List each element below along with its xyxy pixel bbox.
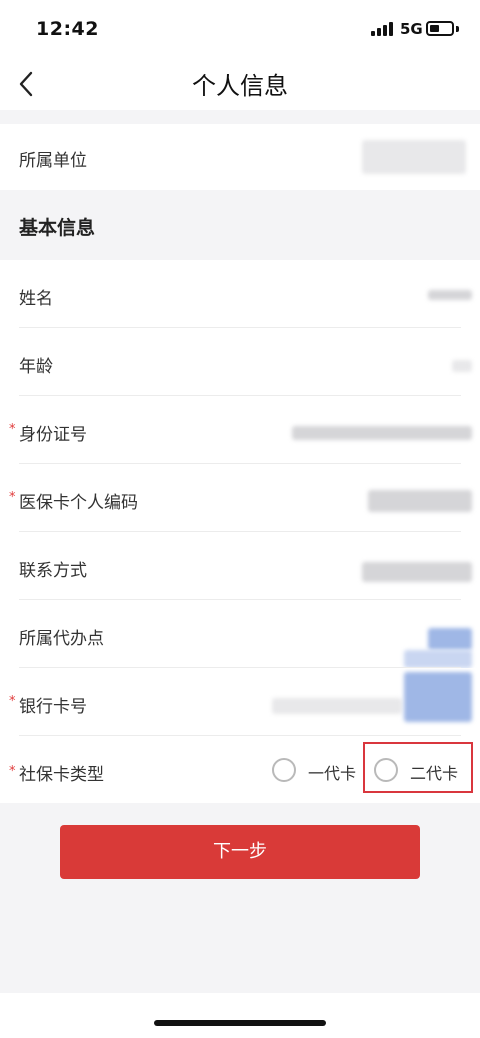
agency-label: 所属代办点 — [19, 629, 104, 649]
required-marker: * — [9, 490, 16, 505]
agency-value-redacted — [428, 628, 472, 650]
org-row[interactable]: 所属单位 — [0, 124, 480, 190]
name-value-redacted — [428, 290, 472, 300]
radio-label-first-gen: 一代卡 — [308, 764, 357, 783]
next-step-button[interactable]: 下一步 — [60, 825, 420, 879]
top-spacer — [0, 110, 480, 124]
contact-value-redacted — [362, 562, 472, 582]
org-value-redacted — [362, 140, 466, 174]
nav-bar: 个人信息 — [0, 56, 480, 110]
medical-card-row[interactable]: * 医保卡个人编码 — [0, 464, 480, 532]
age-label: 年龄 — [19, 357, 53, 377]
bank-card-value-redacted-2 — [404, 672, 472, 722]
radio-option-first-gen[interactable]: 一代卡 — [270, 752, 362, 788]
status-time: 12:42 — [36, 18, 99, 40]
required-marker: * — [9, 764, 16, 779]
id-number-label: 身份证号 — [19, 425, 87, 445]
contact-row[interactable]: 联系方式 — [0, 532, 480, 600]
bank-card-row[interactable]: * 银行卡号 — [0, 668, 480, 736]
required-marker: * — [9, 694, 16, 709]
bank-card-value-redacted — [272, 698, 402, 714]
medical-card-label: 医保卡个人编码 — [19, 493, 138, 513]
section-header: 基本信息 — [0, 190, 480, 260]
agency-value-redacted-2 — [404, 650, 472, 668]
status-bar: 12:42 5G — [0, 0, 480, 56]
page-title: 个人信息 — [192, 72, 288, 100]
id-number-row[interactable]: * 身份证号 — [0, 396, 480, 464]
id-number-value-redacted — [292, 426, 472, 440]
highlight-box — [363, 742, 473, 793]
age-value-redacted — [452, 360, 472, 372]
home-indicator[interactable] — [154, 1020, 326, 1026]
signal-icon — [371, 22, 395, 36]
battery-cap — [456, 26, 459, 32]
card-type-label: 社保卡类型 — [19, 765, 104, 785]
org-label: 所属单位 — [19, 151, 87, 171]
required-marker: * — [9, 422, 16, 437]
battery-icon — [426, 21, 454, 36]
name-label: 姓名 — [19, 289, 53, 309]
agency-row[interactable]: 所属代办点 — [0, 600, 480, 668]
medical-card-value-redacted — [368, 490, 472, 512]
section-title: 基本信息 — [19, 217, 96, 239]
bank-card-label: 银行卡号 — [19, 697, 87, 717]
radio-circle-icon[interactable] — [272, 758, 296, 782]
network-label: 5G — [400, 20, 423, 38]
contact-label: 联系方式 — [19, 561, 87, 581]
name-row[interactable]: 姓名 — [0, 260, 480, 328]
age-row[interactable]: 年龄 — [0, 328, 480, 396]
